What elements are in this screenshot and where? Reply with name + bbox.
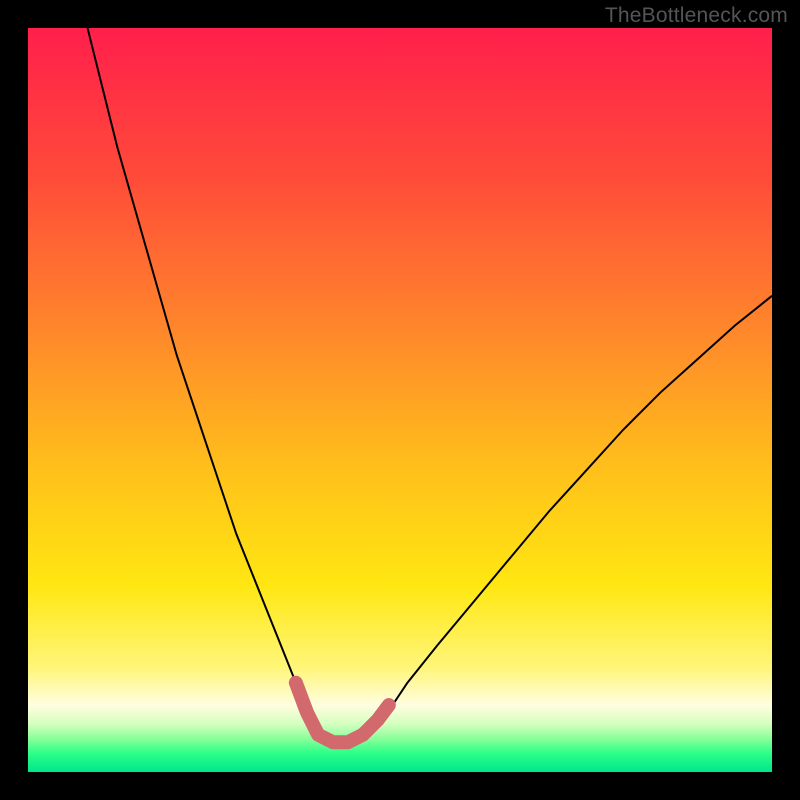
- chart-frame: TheBottleneck.com: [0, 0, 800, 800]
- highlight-segment: [296, 683, 389, 743]
- watermark-text: TheBottleneck.com: [605, 4, 788, 28]
- plot-area: [28, 28, 772, 772]
- curve-layer: [28, 28, 772, 772]
- bottleneck-curve: [88, 28, 772, 742]
